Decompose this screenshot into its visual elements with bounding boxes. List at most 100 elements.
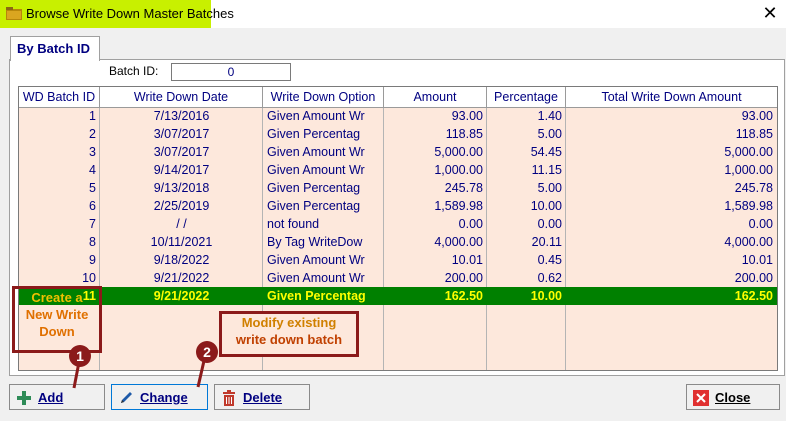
callout-text: write down batch — [235, 332, 343, 347]
cell-amount: 0.00 — [458, 217, 483, 231]
cell-id: 6 — [89, 199, 96, 213]
cell-total: 0.00 — [748, 217, 773, 231]
cell-date: 9/21/2022 — [153, 289, 210, 303]
cell-percentage: 1.40 — [537, 109, 562, 123]
cell-option: Given Amount Wr — [267, 163, 365, 177]
table-row[interactable]: 7 / / not found 0.00 0.00 0.00 — [19, 215, 777, 233]
add-button[interactable]: Add — [9, 384, 105, 410]
cell-amount: 245.78 — [444, 181, 483, 195]
column-header-date[interactable]: Write Down Date — [100, 87, 263, 107]
modify-callout: Modify existing write down batch — [219, 311, 359, 357]
window-close-button[interactable]: ✕ — [758, 1, 782, 25]
table-row[interactable]: 6 2/25/2019 Given Percentag 1,589.98 10.00 1,… — [19, 197, 777, 215]
close-icon — [693, 390, 709, 406]
table-row[interactable]: 5 9/13/2018 Given Percentag 245.78 5.00 245.7… — [19, 179, 777, 197]
cell-total: 245.78 — [734, 181, 773, 195]
delete-button-label: Delete — [243, 390, 283, 405]
grid-header: WD Batch ID Write Down Date Write Down O… — [19, 87, 777, 108]
tab-by-batch-id[interactable]: By Batch ID — [10, 36, 100, 61]
cell-id: 2 — [89, 127, 96, 141]
cell-total: 93.00 — [741, 109, 773, 123]
plus-icon — [17, 391, 31, 405]
cell-id: 7 — [89, 217, 96, 231]
cell-amount: 93.00 — [451, 109, 483, 123]
cell-date: 7/13/2016 — [153, 109, 210, 123]
callout-text: Modify existing — [241, 315, 337, 330]
cell-total: 200.00 — [734, 271, 773, 285]
batch-id-input[interactable]: 0 — [171, 63, 291, 81]
cell-percentage: 54.45 — [530, 145, 562, 159]
cell-option: Given Amount Wr — [267, 145, 365, 159]
cell-percentage: 10.00 — [530, 199, 562, 213]
column-header-batch-id[interactable]: WD Batch ID — [19, 87, 100, 107]
close-button-label: Close — [715, 390, 751, 405]
cell-percentage: 0.00 — [537, 217, 562, 231]
cell-date: 3/07/2017 — [153, 145, 210, 159]
cell-id: 4 — [89, 163, 96, 177]
table-row[interactable]: 10 9/21/2022 Given Amount Wr 200.00 0.62 200.… — [19, 269, 777, 287]
cell-total: 162.50 — [734, 289, 773, 303]
add-button-label: Add — [38, 390, 64, 405]
cell-total: 10.01 — [741, 253, 773, 267]
cell-option: Given Percentag — [267, 181, 361, 195]
create-callout: Create a New Write Down — [12, 286, 102, 353]
table-row[interactable]: 2 3/07/2017 Given Percentag 118.85 5.00 118.8… — [19, 125, 777, 143]
cell-id: 5 — [89, 181, 96, 195]
cell-amount: 10.01 — [451, 253, 483, 267]
cell-option: Given Amount Wr — [267, 271, 365, 285]
cell-id: 1 — [89, 109, 96, 123]
delete-button[interactable]: Delete — [214, 384, 310, 410]
cell-amount: 5,000.00 — [434, 145, 483, 159]
cell-amount: 1,589.98 — [434, 199, 483, 213]
cell-percentage: 5.00 — [537, 127, 562, 141]
step-badge-2: 2 — [196, 341, 218, 363]
cell-option: Given Percentag — [267, 289, 366, 303]
cell-id: 9 — [89, 253, 96, 267]
column-header-option[interactable]: Write Down Option — [263, 87, 384, 107]
batch-grid[interactable]: WD Batch ID Write Down Date Write Down O… — [18, 86, 778, 371]
cell-option: Given Amount Wr — [267, 253, 365, 267]
table-row[interactable]: 1 7/13/2016 Given Amount Wr 93.00 1.40 93.00 — [19, 107, 777, 125]
folder-icon — [6, 7, 22, 20]
callout-text: New Write — [25, 307, 89, 322]
cell-total: 5,000.00 — [724, 145, 773, 159]
cell-option: not found — [267, 217, 320, 231]
cell-date: / / — [176, 217, 187, 231]
cell-amount: 1,000.00 — [434, 163, 483, 177]
cell-option: Given Amount Wr — [267, 109, 365, 123]
cell-amount: 118.85 — [445, 127, 483, 141]
cell-total: 1,000.00 — [724, 163, 773, 177]
pencil-icon — [121, 392, 132, 403]
cell-percentage: 10.00 — [530, 289, 562, 303]
cell-amount: 4,000.00 — [434, 235, 483, 249]
table-row[interactable]: 3 3/07/2017 Given Amount Wr 5,000.00 54.45 5,… — [19, 143, 777, 161]
table-row-selected[interactable]: 11 9/21/2022 Given Percentag 162.50 10.00 162… — [19, 287, 777, 305]
cell-percentage: 0.62 — [537, 271, 562, 285]
cell-option: By Tag WriteDow — [267, 235, 363, 249]
cell-amount: 200.00 — [444, 271, 483, 285]
window-title: Browse Write Down Master Batches — [26, 6, 234, 21]
callout-text: Down — [39, 324, 75, 339]
column-header-amount[interactable]: Amount — [384, 87, 487, 107]
column-header-total[interactable]: Total Write Down Amount — [566, 87, 777, 107]
step-badge-1: 1 — [69, 345, 91, 367]
change-button-label: Change — [140, 390, 188, 405]
cell-date: 9/18/2022 — [153, 253, 210, 267]
cell-option: Given Percentag — [267, 199, 361, 213]
table-row[interactable]: 8 10/11/2021 By Tag WriteDow 4,000.00 20.11 4… — [19, 233, 777, 251]
cell-date: 2/25/2019 — [153, 199, 210, 213]
cell-total: 1,589.98 — [724, 199, 773, 213]
table-row[interactable]: 9 9/18/2022 Given Amount Wr 10.01 0.45 10.01 — [19, 251, 777, 269]
close-button[interactable]: Close — [686, 384, 780, 410]
callout-text: Create a — [31, 290, 83, 305]
cell-id: 10 — [82, 271, 96, 285]
cell-date: 9/14/2017 — [153, 163, 210, 177]
title-bar: Browse Write Down Master Batches ✕ — [0, 0, 786, 28]
cell-id: 3 — [89, 145, 96, 159]
table-row[interactable]: 4 9/14/2017 Given Amount Wr 1,000.00 11.15 1,… — [19, 161, 777, 179]
batch-id-label: Batch ID: — [109, 64, 159, 78]
column-header-percentage[interactable]: Percentage — [487, 87, 566, 107]
cell-id: 8 — [89, 235, 96, 249]
cell-date: 10/11/2021 — [150, 235, 213, 249]
cell-percentage: 20.11 — [531, 235, 562, 249]
